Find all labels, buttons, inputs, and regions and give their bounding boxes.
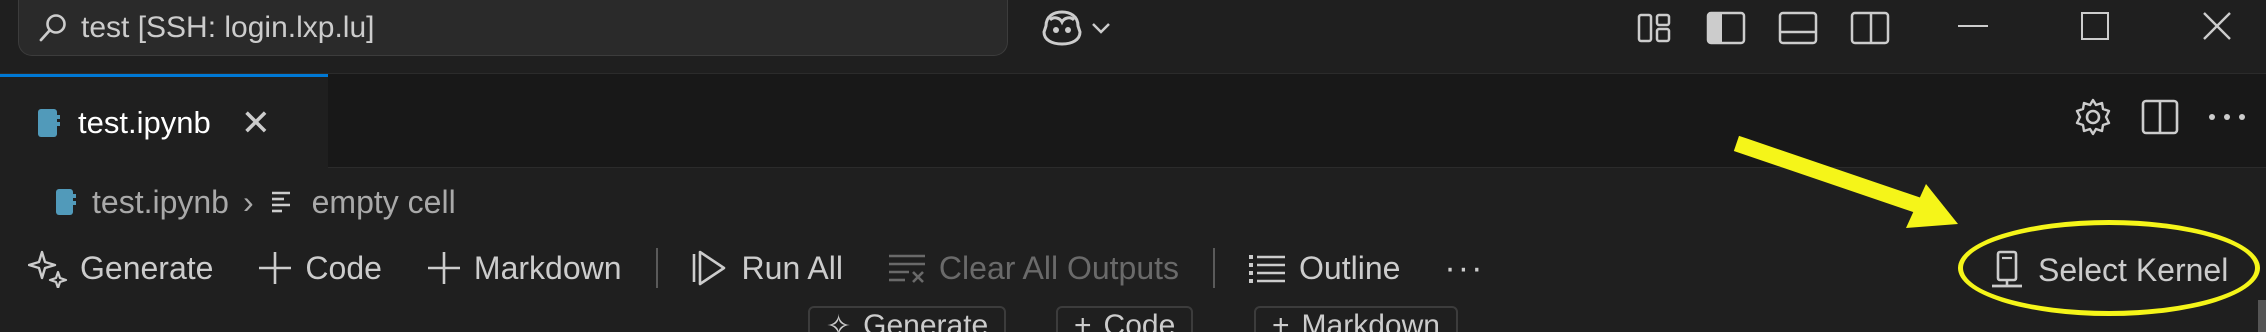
title-bar: test [SSH: login.lxp.lu] bbox=[0, 0, 2266, 74]
run-all-icon bbox=[692, 250, 725, 286]
sparkle-icon bbox=[28, 250, 68, 288]
add-code-cell-button[interactable]: Code bbox=[257, 250, 382, 287]
toggle-panel-icon bbox=[1778, 11, 1818, 45]
close-window-button[interactable] bbox=[2172, 0, 2262, 52]
clear-all-outputs-label: Clear All Outputs bbox=[938, 249, 1180, 286]
cell-code-label: Code bbox=[1103, 309, 1176, 332]
sparkle-icon: ✧ bbox=[826, 309, 852, 332]
notebook-more-button[interactable]: ··· bbox=[1444, 249, 1484, 288]
toggle-secondary-sidebar-button[interactable] bbox=[1850, 10, 1890, 46]
cell-markdown-label: Markdown bbox=[1301, 309, 1440, 332]
cell-add-markdown-button[interactable]: + Markdown bbox=[1254, 306, 1458, 332]
toggle-secondary-sidebar-icon bbox=[1850, 11, 1890, 45]
markdown-label: Markdown bbox=[473, 249, 622, 286]
markdown-cell-icon bbox=[271, 191, 290, 213]
annotation-highlight-ellipse bbox=[1958, 220, 2260, 316]
copilot-icon bbox=[1042, 10, 1082, 46]
minimize-button[interactable] bbox=[1928, 0, 2018, 52]
cell-generate-button[interactable]: ✧ Generate bbox=[808, 306, 1007, 332]
tab-label: test.ipynb bbox=[78, 104, 211, 140]
minimize-icon bbox=[1958, 25, 1988, 27]
plus-icon: + bbox=[1074, 309, 1092, 332]
code-label: Code bbox=[305, 249, 382, 286]
run-all-label: Run All bbox=[741, 249, 843, 286]
notebook-file-icon bbox=[38, 108, 60, 137]
split-editor-icon[interactable] bbox=[2140, 97, 2180, 137]
maximize-icon bbox=[2081, 12, 2109, 40]
breadcrumb: test.ipynb › empty cell bbox=[54, 178, 456, 226]
close-icon bbox=[2203, 12, 2231, 40]
clear-all-outputs-button[interactable]: Clear All Outputs bbox=[887, 250, 1179, 287]
outline-button[interactable]: Outline bbox=[1247, 250, 1400, 287]
toolbar-separator bbox=[655, 248, 658, 288]
chevron-down-icon bbox=[1092, 23, 1110, 34]
generate-button[interactable]: Generate bbox=[28, 248, 213, 288]
tab-test-ipynb[interactable]: test.ipynb ✕ bbox=[0, 74, 328, 168]
plus-icon bbox=[259, 252, 292, 284]
customize-layout-button[interactable] bbox=[1636, 10, 1674, 46]
toolbar-separator bbox=[1213, 248, 1216, 288]
tab-close-icon[interactable]: ✕ bbox=[241, 102, 271, 144]
breadcrumb-separator: › bbox=[242, 183, 254, 220]
cell-generate-label: Generate bbox=[863, 309, 989, 332]
editor-actions bbox=[2072, 96, 2248, 138]
copilot-menu-button[interactable] bbox=[1040, 8, 1112, 48]
breadcrumb-cell[interactable]: empty cell bbox=[312, 184, 456, 221]
add-markdown-cell-button[interactable]: Markdown bbox=[426, 250, 622, 287]
clear-all-icon bbox=[888, 254, 925, 283]
breadcrumb-file[interactable]: test.ipynb bbox=[92, 184, 229, 221]
notebook-toolbar: Generate Code Markdown Run All Clear All… bbox=[28, 240, 1528, 296]
more-actions-icon[interactable] bbox=[2206, 111, 2248, 123]
plus-icon bbox=[427, 252, 460, 284]
search-text: test [SSH: login.lxp.lu] bbox=[81, 10, 375, 44]
annotation-arrow-icon bbox=[1733, 135, 1958, 228]
cell-add-code-button[interactable]: + Code bbox=[1056, 306, 1194, 332]
outline-label: Outline bbox=[1299, 249, 1401, 286]
outline-list-icon bbox=[1249, 255, 1286, 283]
toggle-primary-sidebar-button[interactable] bbox=[1706, 10, 1746, 46]
toggle-panel-button[interactable] bbox=[1778, 10, 1818, 46]
command-center-search[interactable]: test [SSH: login.lxp.lu] bbox=[18, 0, 1008, 56]
maximize-button[interactable] bbox=[2050, 0, 2140, 52]
settings-icon[interactable] bbox=[2072, 96, 2114, 138]
run-all-button[interactable]: Run All bbox=[690, 248, 843, 288]
customize-layout-icon bbox=[1637, 13, 1671, 43]
toggle-primary-sidebar-icon bbox=[1706, 11, 1746, 45]
search-icon bbox=[39, 13, 66, 41]
plus-icon: + bbox=[1272, 309, 1290, 332]
generate-label: Generate bbox=[80, 249, 214, 286]
scrollbar-thumb[interactable] bbox=[2258, 300, 2266, 332]
notebook-file-icon bbox=[56, 189, 76, 215]
